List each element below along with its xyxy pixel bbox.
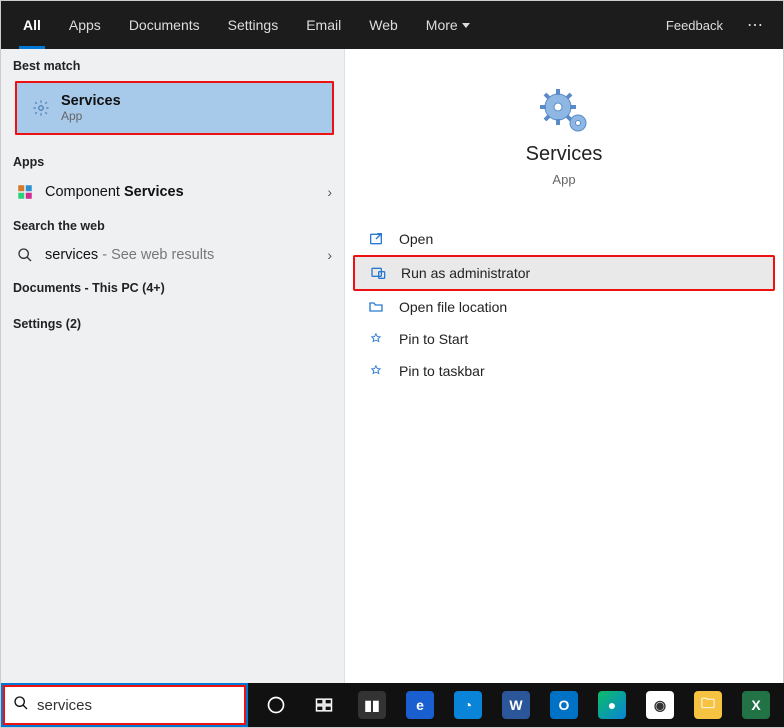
tab-documents[interactable]: Documents bbox=[115, 1, 214, 49]
taskbar-app-library-icon[interactable]: ▮▮ bbox=[350, 683, 394, 727]
search-icon bbox=[13, 247, 37, 263]
section-settings[interactable]: Settings (2) bbox=[1, 301, 344, 337]
preview-hero: Services App bbox=[345, 73, 783, 217]
action-label: Run as administrator bbox=[401, 265, 530, 281]
content-body: Best match Services App Apps Component S… bbox=[1, 49, 783, 683]
tab-all[interactable]: All bbox=[9, 1, 55, 49]
action-run-as-administrator[interactable]: Run as administrator bbox=[353, 255, 775, 291]
chevron-down-icon bbox=[462, 23, 470, 28]
preview-title: Services bbox=[526, 143, 603, 166]
result-best-match-services[interactable]: Services App bbox=[15, 81, 334, 135]
action-open[interactable]: Open bbox=[353, 223, 775, 255]
tab-settings[interactable]: Settings bbox=[214, 1, 293, 49]
section-search-web: Search the web bbox=[1, 209, 344, 239]
result-title: services - See web results bbox=[45, 247, 214, 263]
chevron-right-icon: › bbox=[327, 247, 332, 263]
taskbar-app-browser-icon[interactable]: e bbox=[398, 683, 442, 727]
services-gear-icon bbox=[532, 83, 596, 137]
pin-icon bbox=[367, 331, 385, 347]
search-input[interactable] bbox=[37, 697, 236, 714]
chevron-right-icon: › bbox=[327, 184, 332, 200]
taskbar-app-word-icon[interactable]: W bbox=[494, 683, 538, 727]
result-title: Component Services bbox=[45, 184, 184, 200]
preview-subtitle: App bbox=[552, 172, 575, 187]
taskbar-app-edge-icon[interactable]: ◔ bbox=[446, 683, 490, 727]
action-label: Open bbox=[399, 231, 433, 247]
pin-icon bbox=[367, 363, 385, 379]
result-subtitle: App bbox=[61, 109, 121, 123]
action-pin-to-taskbar[interactable]: Pin to taskbar bbox=[353, 355, 775, 387]
section-best-match: Best match bbox=[1, 49, 344, 79]
taskbar-cortana-icon[interactable] bbox=[254, 683, 298, 727]
tab-apps[interactable]: Apps bbox=[55, 1, 115, 49]
taskbar-app-outlook-icon[interactable]: O bbox=[542, 683, 586, 727]
result-component-services[interactable]: Component Services › bbox=[1, 175, 344, 209]
action-list: Open Run as administrator Open file loca… bbox=[345, 217, 783, 393]
taskbar: ▮▮ e ◔ W O ● ◉ 🗀 X T bbox=[248, 683, 784, 727]
search-box[interactable] bbox=[1, 683, 248, 727]
action-open-file-location[interactable]: Open file location bbox=[353, 291, 775, 323]
results-panel: Best match Services App Apps Component S… bbox=[1, 49, 345, 683]
tab-more[interactable]: More bbox=[412, 1, 484, 49]
shield-admin-icon bbox=[369, 265, 387, 281]
section-documents[interactable]: Documents - This PC (4+) bbox=[1, 271, 344, 301]
folder-icon bbox=[367, 299, 385, 315]
search-icon bbox=[13, 695, 29, 716]
tab-web[interactable]: Web bbox=[355, 1, 412, 49]
top-filter-bar: All Apps Documents Settings Email Web Mo… bbox=[1, 1, 783, 49]
preview-panel: Services App Open Run as administrator O… bbox=[345, 49, 783, 683]
tab-email[interactable]: Email bbox=[292, 1, 355, 49]
action-label: Pin to taskbar bbox=[399, 363, 485, 379]
feedback-link[interactable]: Feedback bbox=[652, 18, 737, 33]
taskbar-app-chrome-icon[interactable]: ◉ bbox=[638, 683, 682, 727]
action-label: Pin to Start bbox=[399, 331, 468, 347]
open-icon bbox=[367, 231, 385, 247]
taskbar-app-excel-icon[interactable]: X bbox=[734, 683, 778, 727]
taskbar-app-edge2-icon[interactable]: ● bbox=[590, 683, 634, 727]
start-menu-search-window: All Apps Documents Settings Email Web Mo… bbox=[0, 0, 784, 728]
bottom-bar: ▮▮ e ◔ W O ● ◉ 🗀 X T bbox=[1, 683, 783, 727]
result-title: Services bbox=[61, 93, 121, 109]
action-pin-to-start[interactable]: Pin to Start bbox=[353, 323, 775, 355]
component-services-icon bbox=[13, 183, 37, 201]
result-web-services[interactable]: services - See web results › bbox=[1, 239, 344, 271]
action-label: Open file location bbox=[399, 299, 507, 315]
section-apps: Apps bbox=[1, 145, 344, 175]
overflow-menu-icon[interactable] bbox=[737, 15, 775, 35]
taskbar-app-explorer-icon[interactable]: 🗀 bbox=[686, 683, 730, 727]
taskbar-taskview-icon[interactable] bbox=[302, 683, 346, 727]
gear-icon bbox=[29, 100, 53, 116]
